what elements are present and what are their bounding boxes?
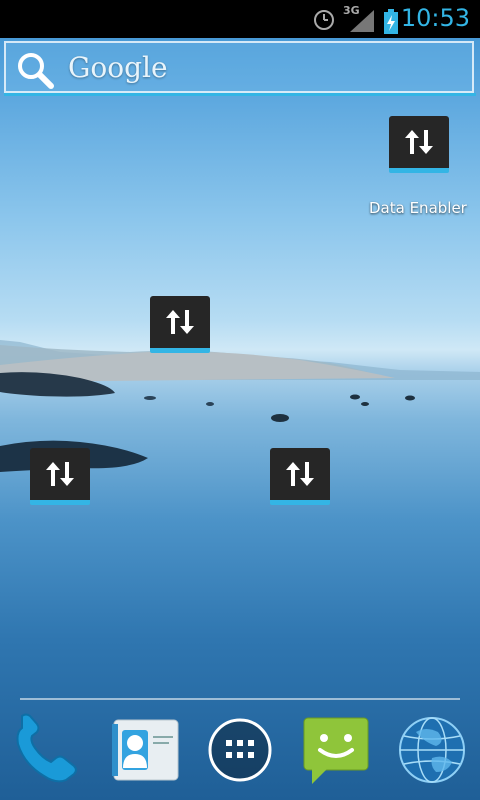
dock-divider bbox=[20, 698, 460, 700]
messaging-icon bbox=[303, 717, 369, 784]
alarm-icon bbox=[314, 10, 334, 30]
data-enabler-widget[interactable] bbox=[30, 448, 90, 506]
globe-icon bbox=[399, 717, 465, 783]
battery-charging-icon bbox=[384, 9, 398, 34]
data-toggle-icon bbox=[405, 130, 433, 154]
widget-label: Data Enabler bbox=[369, 199, 467, 217]
status-bar: 3G 10:53 bbox=[0, 0, 480, 38]
network-type-label: 3G bbox=[343, 4, 360, 17]
contacts-icon bbox=[112, 719, 179, 781]
widget-indicator bbox=[270, 500, 330, 505]
search-bar-underline bbox=[4, 93, 476, 96]
search-brand-label: Google bbox=[68, 51, 168, 84]
contacts-dock-button[interactable] bbox=[108, 712, 180, 788]
app-drawer-button[interactable] bbox=[204, 712, 276, 788]
search-icon bbox=[18, 53, 54, 89]
widget-indicator bbox=[389, 168, 449, 173]
data-enabler-widget[interactable] bbox=[150, 296, 210, 354]
app-drawer-icon bbox=[208, 718, 272, 782]
browser-dock-button[interactable] bbox=[396, 712, 468, 788]
messaging-dock-button[interactable] bbox=[300, 712, 372, 788]
phone-icon bbox=[16, 713, 77, 783]
clock: 10:53 bbox=[400, 4, 470, 32]
data-toggle-icon bbox=[286, 462, 314, 486]
widget-indicator bbox=[150, 348, 210, 353]
data-enabler-widget[interactable] bbox=[389, 116, 449, 174]
widget-indicator bbox=[30, 500, 90, 505]
data-enabler-widget[interactable] bbox=[270, 448, 330, 506]
data-toggle-icon bbox=[46, 462, 74, 486]
data-toggle-icon bbox=[166, 310, 194, 334]
phone-dock-button[interactable] bbox=[8, 712, 80, 788]
google-search-bar[interactable]: Google bbox=[4, 41, 474, 93]
